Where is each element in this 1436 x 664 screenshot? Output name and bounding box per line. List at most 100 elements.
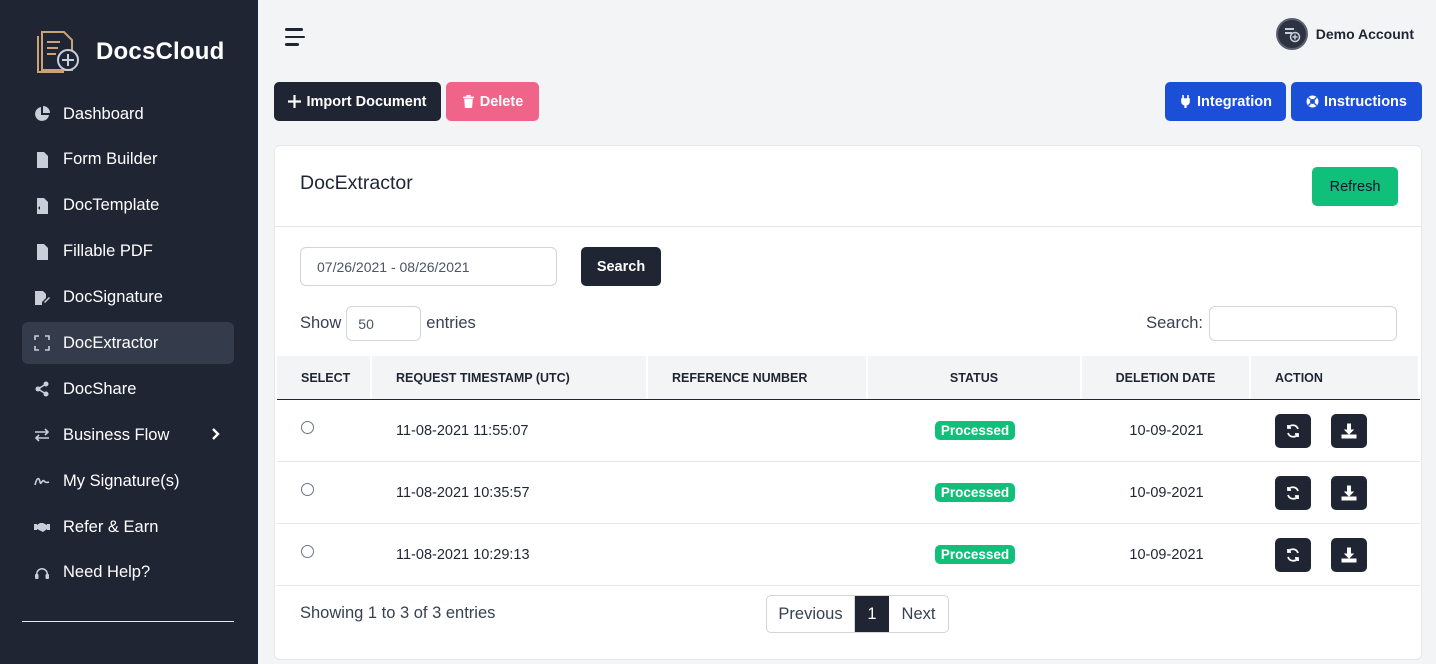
brand-name: DocsCloud bbox=[96, 38, 225, 65]
reprocess-button[interactable] bbox=[1275, 537, 1311, 572]
sidebar-item-label: My Signature(s) bbox=[63, 471, 180, 490]
download-button[interactable] bbox=[1331, 475, 1367, 510]
sidebar-item-label: Form Builder bbox=[63, 150, 158, 169]
timestamp-cell: 11-08-2021 10:29:13 bbox=[396, 546, 530, 563]
sidebar-item-label: Refer & Earn bbox=[63, 517, 159, 536]
share-icon bbox=[33, 380, 51, 398]
card-divider bbox=[275, 226, 1421, 227]
sidebar-item-docextractor[interactable]: DocExtractor bbox=[22, 322, 234, 365]
status-badge: Processed bbox=[934, 421, 1016, 440]
row-select-radio[interactable] bbox=[301, 483, 314, 496]
sidebar-item-label: DocTemplate bbox=[63, 196, 160, 215]
sidebar-item-dashboard[interactable]: Dashboard bbox=[22, 93, 234, 135]
sidebar-item-fillable-pdf[interactable]: Fillable PDF bbox=[22, 231, 234, 273]
docscloud-logo-icon bbox=[37, 31, 79, 73]
next-page-button[interactable]: Next bbox=[889, 596, 948, 632]
import-document-label: Import Document bbox=[306, 93, 427, 110]
plug-icon bbox=[1181, 95, 1190, 108]
download-icon bbox=[1341, 485, 1357, 500]
avatar bbox=[1275, 18, 1308, 50]
search-input[interactable] bbox=[1209, 306, 1397, 341]
refresh-button[interactable]: Refresh bbox=[1312, 167, 1398, 206]
sidebar-item-doctemplate[interactable]: DocTemplate bbox=[22, 185, 234, 227]
reprocess-button[interactable] bbox=[1275, 413, 1311, 448]
sidebar-item-my-signatures[interactable]: My Signature(s) bbox=[22, 460, 234, 502]
column-header-timestamp[interactable]: REQUEST TIMESTAMP (UTC) bbox=[372, 356, 648, 399]
import-document-button[interactable]: Import Document bbox=[274, 82, 441, 121]
sidebar-item-label: DocExtractor bbox=[63, 333, 159, 352]
sidebar-item-business-flow[interactable]: Business Flow bbox=[22, 414, 234, 456]
sidebar: DocsCloud Dashboard Form Builder DocTemp… bbox=[0, 0, 258, 664]
reference-cell bbox=[648, 462, 868, 523]
file-icon bbox=[33, 151, 51, 169]
download-button[interactable] bbox=[1331, 537, 1367, 572]
file-icon bbox=[33, 243, 51, 261]
exchange-icon bbox=[33, 426, 51, 444]
account-avatar-icon bbox=[1284, 28, 1300, 43]
column-header-status[interactable]: STATUS bbox=[868, 356, 1082, 399]
chevron-right-icon[interactable] bbox=[210, 426, 222, 445]
column-header-deletion-date[interactable]: DELETION DATE bbox=[1082, 356, 1251, 399]
sidebar-item-docsignature[interactable]: DocSignature bbox=[22, 277, 234, 319]
entries-per-page-select[interactable] bbox=[346, 306, 422, 341]
headset-icon bbox=[33, 564, 51, 582]
sidebar-item-docshare[interactable]: DocShare bbox=[22, 368, 234, 410]
brand[interactable]: DocsCloud bbox=[36, 26, 224, 78]
previous-page-button[interactable]: Previous bbox=[767, 596, 855, 632]
download-icon bbox=[1341, 547, 1357, 562]
row-select-radio[interactable] bbox=[301, 421, 314, 434]
sidebar-item-refer-earn[interactable]: Refer & Earn bbox=[22, 506, 234, 548]
search-label: Search: bbox=[1146, 314, 1203, 332]
docextractor-card: DocExtractor Refresh Search Show entries… bbox=[274, 145, 1422, 660]
page-title: DocExtractor bbox=[300, 172, 413, 194]
refresh-icon bbox=[1287, 423, 1299, 438]
delete-button[interactable]: Delete bbox=[446, 82, 539, 121]
status-badge: Processed bbox=[934, 483, 1016, 502]
reprocess-button[interactable] bbox=[1275, 475, 1311, 510]
table-row: 11-08-2021 11:55:07 Processed 10-09-2021 bbox=[277, 400, 1420, 462]
menu-toggle-icon[interactable] bbox=[285, 27, 307, 47]
column-header-reference[interactable]: REFERENCE NUMBER bbox=[648, 356, 868, 399]
delete-label: Delete bbox=[479, 93, 524, 110]
integration-button[interactable]: Integration bbox=[1165, 82, 1286, 121]
integration-label: Integration bbox=[1197, 93, 1272, 110]
signature-icon bbox=[33, 472, 51, 490]
page-1-button[interactable]: 1 bbox=[855, 596, 889, 632]
deletion-date-cell: 10-09-2021 bbox=[1129, 546, 1204, 563]
instructions-button[interactable]: Instructions bbox=[1291, 82, 1422, 121]
table-row: 11-08-2021 10:35:57 Processed 10-09-2021 bbox=[277, 462, 1420, 524]
download-button[interactable] bbox=[1331, 413, 1367, 448]
sidebar-item-label: Need Help? bbox=[63, 563, 151, 582]
handshake-icon bbox=[33, 518, 51, 536]
table-search: Search: bbox=[1146, 306, 1397, 341]
reference-cell bbox=[648, 524, 868, 585]
search-button[interactable]: Search bbox=[581, 247, 661, 286]
entries-length-control: Show entries bbox=[300, 306, 476, 341]
date-range-input[interactable] bbox=[300, 247, 557, 286]
sidebar-item-label: Fillable PDF bbox=[63, 242, 153, 261]
expand-icon bbox=[33, 334, 51, 352]
timestamp-cell: 11-08-2021 10:35:57 bbox=[396, 484, 530, 501]
sidebar-item-need-help[interactable]: Need Help? bbox=[22, 552, 234, 594]
sidebar-item-label: Dashboard bbox=[63, 104, 144, 123]
column-header-select[interactable]: SELECT bbox=[277, 356, 372, 399]
pagination: Previous 1 Next bbox=[766, 595, 949, 633]
sidebar-item-label: Business Flow bbox=[63, 425, 170, 444]
table-info: Showing 1 to 3 of 3 entries bbox=[300, 604, 496, 622]
instructions-label: Instructions bbox=[1324, 93, 1407, 110]
trash-icon bbox=[462, 95, 474, 108]
requests-table: SELECT REQUEST TIMESTAMP (UTC) REFERENCE… bbox=[277, 356, 1420, 586]
sidebar-item-form-builder[interactable]: Form Builder bbox=[22, 139, 234, 181]
refresh-icon bbox=[1287, 547, 1299, 562]
account-menu[interactable]: Demo Account bbox=[1275, 18, 1414, 50]
row-select-radio[interactable] bbox=[301, 545, 314, 558]
table-header: SELECT REQUEST TIMESTAMP (UTC) REFERENCE… bbox=[277, 356, 1420, 400]
sidebar-item-label: DocShare bbox=[63, 379, 137, 398]
sidebar-divider bbox=[22, 621, 234, 622]
account-name: Demo Account bbox=[1315, 26, 1414, 42]
deletion-date-cell: 10-09-2021 bbox=[1129, 484, 1204, 501]
column-header-action[interactable]: ACTION bbox=[1251, 356, 1420, 399]
entries-label: entries bbox=[426, 314, 476, 332]
status-badge: Processed bbox=[934, 545, 1016, 564]
life-ring-icon bbox=[1306, 95, 1319, 108]
